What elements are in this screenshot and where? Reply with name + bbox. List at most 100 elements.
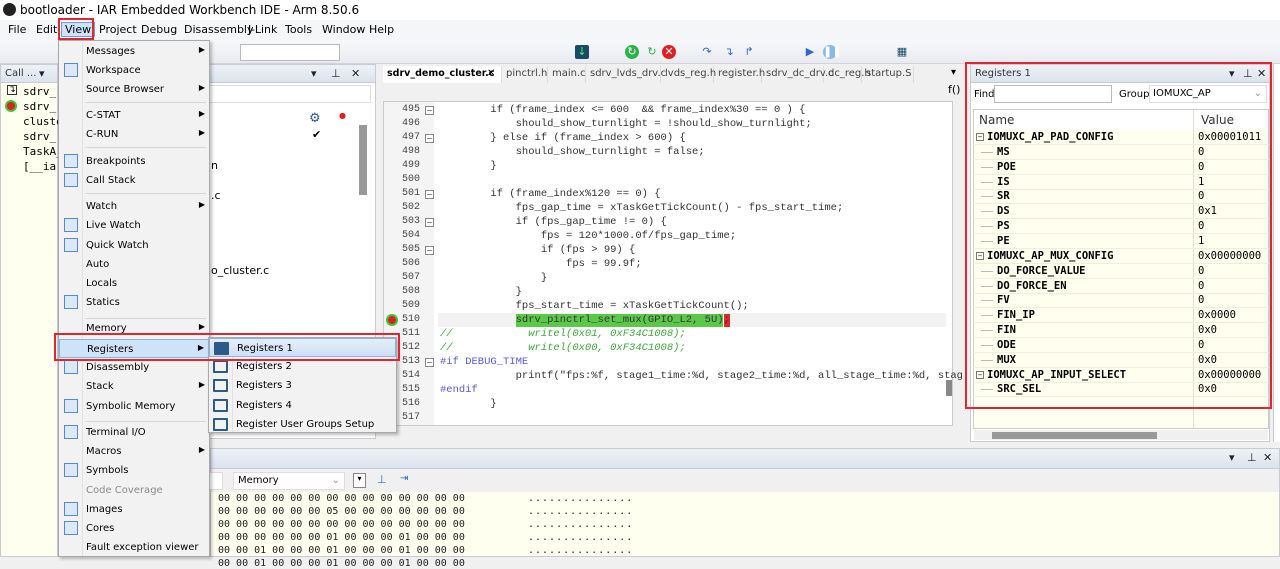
call-stack-item[interactable]: sdrv_ <box>23 85 56 98</box>
call-stack-item[interactable]: sdrv_ <box>23 130 56 143</box>
code-line[interactable]: // writel(0x00, 0xF34C1008); <box>440 342 686 354</box>
view-menu-item-workspace[interactable]: Workspace <box>59 61 209 80</box>
goto-select[interactable] <box>209 472 223 490</box>
view-menu-item-images[interactable]: Images <box>59 500 209 519</box>
code-line[interactable]: } <box>440 272 547 284</box>
code-line[interactable]: should_show_turnlight = false; <box>440 146 705 158</box>
code-line[interactable]: fps = 99.9f; <box>440 258 642 270</box>
display-format-dropdown[interactable]: ▾ <box>353 473 366 488</box>
memory-zone-select[interactable]: Memory ⌄ <box>233 472 345 490</box>
view-menu-item-auto[interactable]: Auto <box>59 255 209 274</box>
memory-fill-icon[interactable]: ⇥ <box>400 473 408 484</box>
editor-tab[interactable]: startup.S <box>862 66 914 83</box>
call-stack-item[interactable]: cluste <box>23 115 63 128</box>
code-line[interactable]: } <box>440 160 496 172</box>
view-menu-item-fault-exception-viewer[interactable]: Fault exception viewer <box>59 538 209 557</box>
workspace-file-fragment[interactable]: o_cluster.c <box>211 264 269 277</box>
fold-toggle-icon[interactable]: − <box>425 246 434 255</box>
pin-icon[interactable]: ⊥ <box>331 67 341 80</box>
view-menu-item-macros[interactable]: Macros ▶ <box>59 442 209 461</box>
code-line[interactable]: } <box>440 398 496 410</box>
code-line[interactable]: if (frame_index%120 == 0) { <box>440 188 660 200</box>
view-menu-item-statics[interactable]: Statics <box>59 293 209 312</box>
view-menu-item-call-stack[interactable]: Call Stack <box>59 171 209 190</box>
break-icon[interactable]: ❚❚ <box>823 45 841 59</box>
data-breakpoint-icon[interactable]: ⊥ <box>377 473 387 486</box>
editor-tab[interactable]: pinctrl.h <box>502 66 548 83</box>
pin-icon[interactable]: ⊥ <box>1247 451 1257 464</box>
menu-disassembly[interactable]: Disassembly <box>184 23 254 36</box>
tab-overflow-icon[interactable]: ▾ <box>951 67 956 78</box>
editor-tab[interactable]: sdrv_lvds_drv.c <box>586 66 666 83</box>
code-line[interactable]: printf("fps:%f, stage1_time:%d, stage2_t… <box>440 370 963 382</box>
code-line[interactable]: if (fps > 99) { <box>440 244 636 256</box>
scrollbar-thumb[interactable] <box>992 432 1157 439</box>
restart-icon[interactable]: ↻ <box>645 45 659 59</box>
menu-file[interactable]: File <box>8 23 26 36</box>
view-menu-item-symbols[interactable]: Symbols <box>59 461 209 480</box>
fold-toggle-icon[interactable]: − <box>425 134 434 143</box>
call-stack-item[interactable]: [__ia <box>23 160 56 173</box>
view-menu-item-symbolic-memory[interactable]: Symbolic Memory <box>59 397 209 416</box>
dropdown-icon[interactable]: ▾ <box>39 67 45 80</box>
code-line[interactable]: } <box>440 286 522 298</box>
view-menu-item-locals[interactable]: Locals <box>59 274 209 293</box>
menu-help[interactable]: Help <box>369 23 394 36</box>
editor-tab[interactable]: main.c <box>548 66 586 83</box>
code-line[interactable]: if (fps_gap_time != 0) { <box>440 216 667 228</box>
menu-window[interactable]: Window <box>322 23 365 36</box>
workspace-file-fragment[interactable]: .c <box>211 189 221 202</box>
code-line[interactable]: fps_gap_time = xTaskGetTickCount() - fps… <box>440 202 844 214</box>
view-menu-item-source-browser[interactable]: Source Browser ▶ <box>59 80 209 99</box>
dropdown-icon[interactable]: ▾ <box>1229 451 1235 464</box>
layout-icon[interactable]: ▦ <box>895 45 909 59</box>
memory-hex-row[interactable]: 00 00 01 00 00 00 01 00 00 00 01 00 00 0… <box>218 545 465 556</box>
code-line[interactable]: #endif <box>440 384 478 396</box>
go-icon[interactable]: ▶ <box>803 45 817 59</box>
code-line[interactable]: fps = 120*1000.0f/fps_gap_time; <box>440 230 736 242</box>
editor-tab[interactable]: dc_reg.h <box>824 66 871 83</box>
step-into-icon[interactable]: ↴ <box>722 45 736 59</box>
call-stack-item[interactable]: TaskA_ <box>23 145 63 158</box>
code-line[interactable]: if (frame_index <= 600 && frame_index%30… <box>440 104 805 116</box>
fold-toggle-icon[interactable]: − <box>425 190 434 199</box>
menu-project[interactable]: Project <box>99 23 137 36</box>
tab-close-icon[interactable]: ✕ <box>487 68 495 79</box>
close-icon[interactable]: ✕ <box>1263 451 1272 464</box>
view-menu-item-cores[interactable]: Cores <box>59 519 209 538</box>
memory-hex-row[interactable]: 00 00 01 00 00 00 01 00 00 00 01 00 00 0… <box>218 558 465 569</box>
view-menu-item-breakpoints[interactable]: Breakpoints <box>59 152 209 171</box>
editor-tab[interactable]: sdrv_demo_cluster.c <box>383 66 502 83</box>
view-menu-item-watch[interactable]: Watch ▶ <box>59 197 209 216</box>
close-icon[interactable]: ✕ <box>351 67 360 80</box>
workspace-scrollbar[interactable] <box>359 125 367 195</box>
menu-debug[interactable]: Debug <box>141 23 177 36</box>
editor-tab[interactable]: lvds_reg.h <box>661 66 716 83</box>
view-menu-item-c-stat[interactable]: C-STAT ▶ <box>59 106 209 125</box>
fold-toggle-icon[interactable]: − <box>425 218 434 227</box>
memory-hex-row[interactable]: 00 00 00 00 00 00 00 00 00 00 00 00 00 0… <box>218 519 465 530</box>
download-icon[interactable]: ↓ <box>575 45 589 59</box>
view-menu-item-terminal-i-o[interactable]: Terminal I/O <box>59 423 209 442</box>
workspace-file-fragment[interactable]: n <box>211 159 218 172</box>
view-menu-item-live-watch[interactable]: Live Watch <box>59 216 209 235</box>
memory-hex-row[interactable]: 00 00 00 00 00 00 05 00 00 00 00 00 00 0… <box>218 506 465 517</box>
code-line[interactable]: // writel(0x01, 0xF34C1008); <box>440 328 686 340</box>
fold-toggle-icon[interactable]: − <box>425 358 434 367</box>
function-list-icon[interactable]: f() <box>948 83 960 96</box>
toolbar-search-combo[interactable] <box>240 44 340 61</box>
code-line[interactable]: } else if (frame_index > 600) { <box>440 132 685 144</box>
submenu-item-register-user-groups-setup[interactable]: Register User Groups Setup <box>209 415 396 434</box>
call-stack-item[interactable]: sdrv_ <box>23 100 56 113</box>
horizontal-scrollbar[interactable] <box>974 430 1268 440</box>
step-out-icon[interactable]: ↱ <box>742 45 756 59</box>
view-menu-item-stack[interactable]: Stack ▶ <box>59 377 209 396</box>
editor-tab[interactable]: sdrv_dc_drv.c <box>762 66 834 83</box>
dropdown-icon[interactable]: ▾ <box>311 67 317 80</box>
submenu-item-registers-3[interactable]: Registers 3 <box>209 376 396 395</box>
menu-tools[interactable]: Tools <box>285 23 312 36</box>
fold-toggle-icon[interactable]: − <box>425 106 434 115</box>
stop-debug-icon[interactable]: ✕ <box>662 45 676 59</box>
memory-hex-row[interactable]: 00 00 00 00 00 00 01 00 00 00 01 00 00 0… <box>218 532 465 543</box>
code-line[interactable]: should_show_turnlight = !should_show_tur… <box>440 118 812 130</box>
